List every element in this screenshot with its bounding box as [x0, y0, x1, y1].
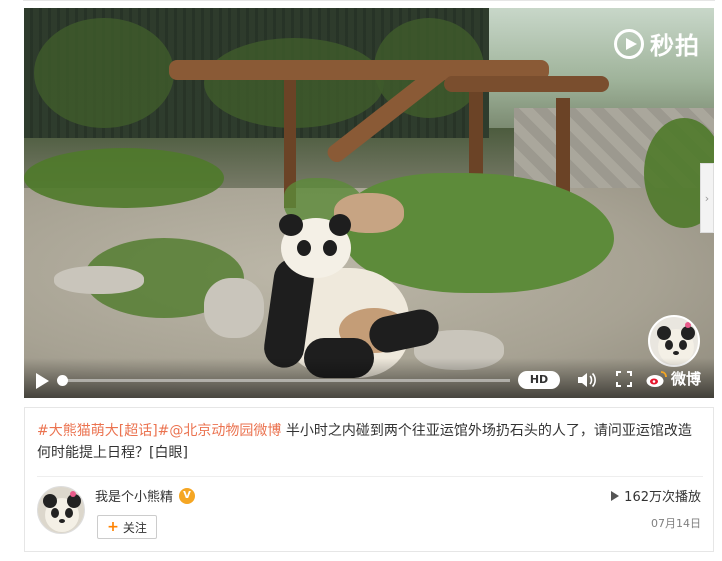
author-name[interactable]: 我是个小熊精 [95, 486, 173, 505]
fullscreen-icon[interactable] [616, 371, 632, 387]
ivy [34, 18, 174, 128]
volume-icon[interactable] [577, 371, 597, 389]
video-controls: HD 微博 [24, 358, 714, 398]
hashtag-link[interactable]: #大熊猫萌大[超话]# [37, 423, 169, 439]
follow-label: 关注 [122, 520, 147, 535]
panda-eye [323, 240, 337, 256]
stone [54, 266, 144, 294]
play-count-text: 162万次播放 [624, 490, 701, 505]
weibo-video-card: 秒拍 › HD 微博 #大熊猫萌大[超话]#@北京动物园微博 半小时之内碰到两个… [6, 0, 715, 561]
miaopai-icon [614, 28, 644, 59]
play-count-icon [611, 490, 620, 501]
author-name-row: 我是个小熊精 V [95, 486, 196, 505]
progress-knob[interactable] [57, 375, 68, 386]
panda-ear [279, 214, 303, 236]
emoji-text: [白眼] [149, 445, 188, 461]
top-divider [23, 0, 715, 1]
miaopai-text: 秒拍 [650, 32, 700, 60]
panda-ear [329, 214, 351, 236]
play-icon[interactable] [36, 373, 49, 389]
weibo-text: 微博 [671, 370, 702, 388]
post-text: #大熊猫萌大[超话]#@北京动物园微博 半小时之内碰到两个往亚运馆外场扔石头的人… [37, 420, 703, 464]
post-date[interactable]: 07月14日 [651, 515, 701, 531]
video-player[interactable]: 秒拍 › HD 微博 [24, 8, 714, 398]
weibo-icon [646, 370, 667, 387]
panda-eye [297, 240, 311, 256]
verified-icon: V [179, 487, 196, 504]
video-frame [24, 8, 714, 398]
wood-platform [444, 76, 609, 92]
play-count: 162万次播放 [611, 486, 701, 505]
follow-button[interactable]: + 关注 [97, 515, 157, 539]
panda-avatar-icon [38, 487, 84, 533]
content-divider [37, 476, 703, 477]
post-content: #大熊猫萌大[超话]#@北京动物园微博 半小时之内碰到两个往亚运馆外场扔石头的人… [24, 407, 714, 552]
mention-link[interactable]: @北京动物园微博 [169, 423, 281, 439]
side-collapse-arrow[interactable]: › [700, 163, 714, 233]
miaopai-watermark: 秒拍 [614, 26, 700, 61]
hd-button[interactable]: HD [518, 371, 560, 389]
grass [24, 148, 224, 208]
plus-icon: + [107, 519, 119, 535]
author-avatar[interactable] [37, 486, 85, 534]
weibo-watermark: 微博 [646, 368, 701, 389]
progress-bar[interactable] [57, 375, 510, 386]
